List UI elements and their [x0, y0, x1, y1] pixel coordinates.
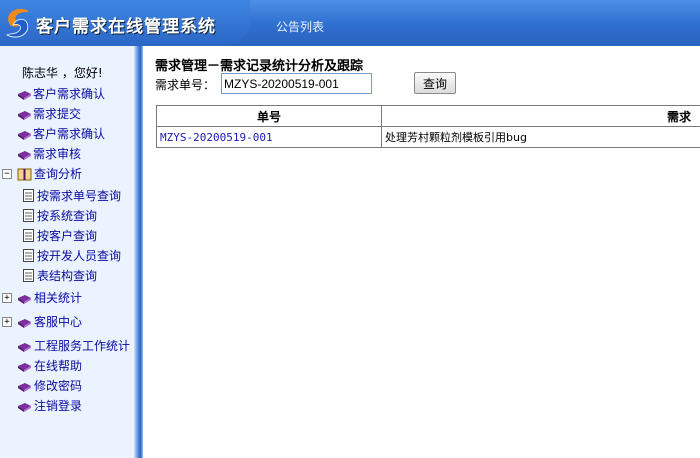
column-header: 单号: [156, 105, 382, 127]
order-number-label: 需求单号：: [155, 78, 216, 92]
user-greeting: 陈志华 ，您好!: [22, 66, 103, 80]
page-icon: [23, 229, 34, 242]
app-title: 客户需求在线管理系统: [36, 17, 216, 37]
nav-item-label: 客户需求确认: [33, 87, 106, 101]
order-number-input[interactable]: [221, 73, 372, 94]
nav-item-label: 在线帮助: [34, 359, 83, 373]
book-icon: [17, 360, 32, 372]
book-icon: [17, 380, 32, 392]
nav-item-label: 客户需求确认: [33, 127, 106, 141]
nav-item-label: 按系统查询: [37, 209, 98, 223]
page-icon: [23, 269, 34, 282]
nav-item-label: 注销登录: [34, 399, 83, 413]
page-icon: [23, 189, 34, 202]
nav-item-label: 按需求单号查询: [37, 189, 122, 203]
book-icon: [17, 340, 32, 352]
nav-item-label: 客服中心: [34, 315, 83, 329]
logo-icon: [6, 8, 29, 38]
app-header: 客户需求在线管理系统 公告列表: [0, 0, 700, 46]
nav-item-label: 需求提交: [33, 107, 82, 121]
nav-item-label: 需求审核: [33, 147, 82, 161]
nav-item-label: 修改密码: [34, 379, 83, 393]
nav-item-label: 表结构查询: [37, 269, 98, 283]
page-title: 需求管理－需求记录统计分析及跟踪: [155, 59, 364, 74]
logo-area: 客户需求在线管理系统: [0, 0, 250, 46]
open-book-icon: [17, 168, 32, 181]
page-icon: [23, 249, 34, 262]
book-icon: [17, 108, 32, 120]
collapse-toggle[interactable]: −: [2, 169, 12, 179]
query-button[interactable]: 查询: [414, 72, 456, 94]
requirement-cell: 处理芳村颗粒剂模板引用bug: [381, 126, 700, 148]
page-icon: [23, 209, 34, 222]
nav-item-label: 查询分析: [34, 167, 83, 181]
sidebar-splitter[interactable]: [134, 46, 143, 458]
expand-toggle[interactable]: +: [2, 317, 12, 327]
book-icon: [17, 88, 32, 100]
sidebar: 陈志华 ，您好! 客户需求确认 需求提交 客户需求确认 需求审核 − 查询分析 按需求单号查…: [0, 46, 134, 458]
book-icon: [17, 316, 32, 328]
book-icon: [17, 148, 32, 160]
notice-list-link[interactable]: 公告列表: [276, 18, 324, 35]
book-icon: [17, 128, 32, 140]
result-table: 单号 需求 MZYS-20200519-001 处理芳村颗粒剂模板引用bug: [156, 105, 700, 148]
nav-item-label: 工程服务工作统计: [34, 339, 131, 353]
order-number-cell[interactable]: MZYS-20200519-001: [156, 126, 382, 148]
column-header: 需求: [381, 105, 700, 127]
table-header-row: 单号 需求: [156, 105, 700, 127]
book-icon: [17, 400, 32, 412]
book-icon: [17, 292, 32, 304]
nav-item-label: 相关统计: [34, 291, 83, 305]
nav-item-label: 按开发人员查询: [37, 249, 122, 263]
table-row[interactable]: MZYS-20200519-001 处理芳村颗粒剂模板引用bug: [156, 126, 700, 148]
expand-toggle[interactable]: +: [2, 293, 12, 303]
nav-item-label: 按客户查询: [37, 229, 98, 243]
